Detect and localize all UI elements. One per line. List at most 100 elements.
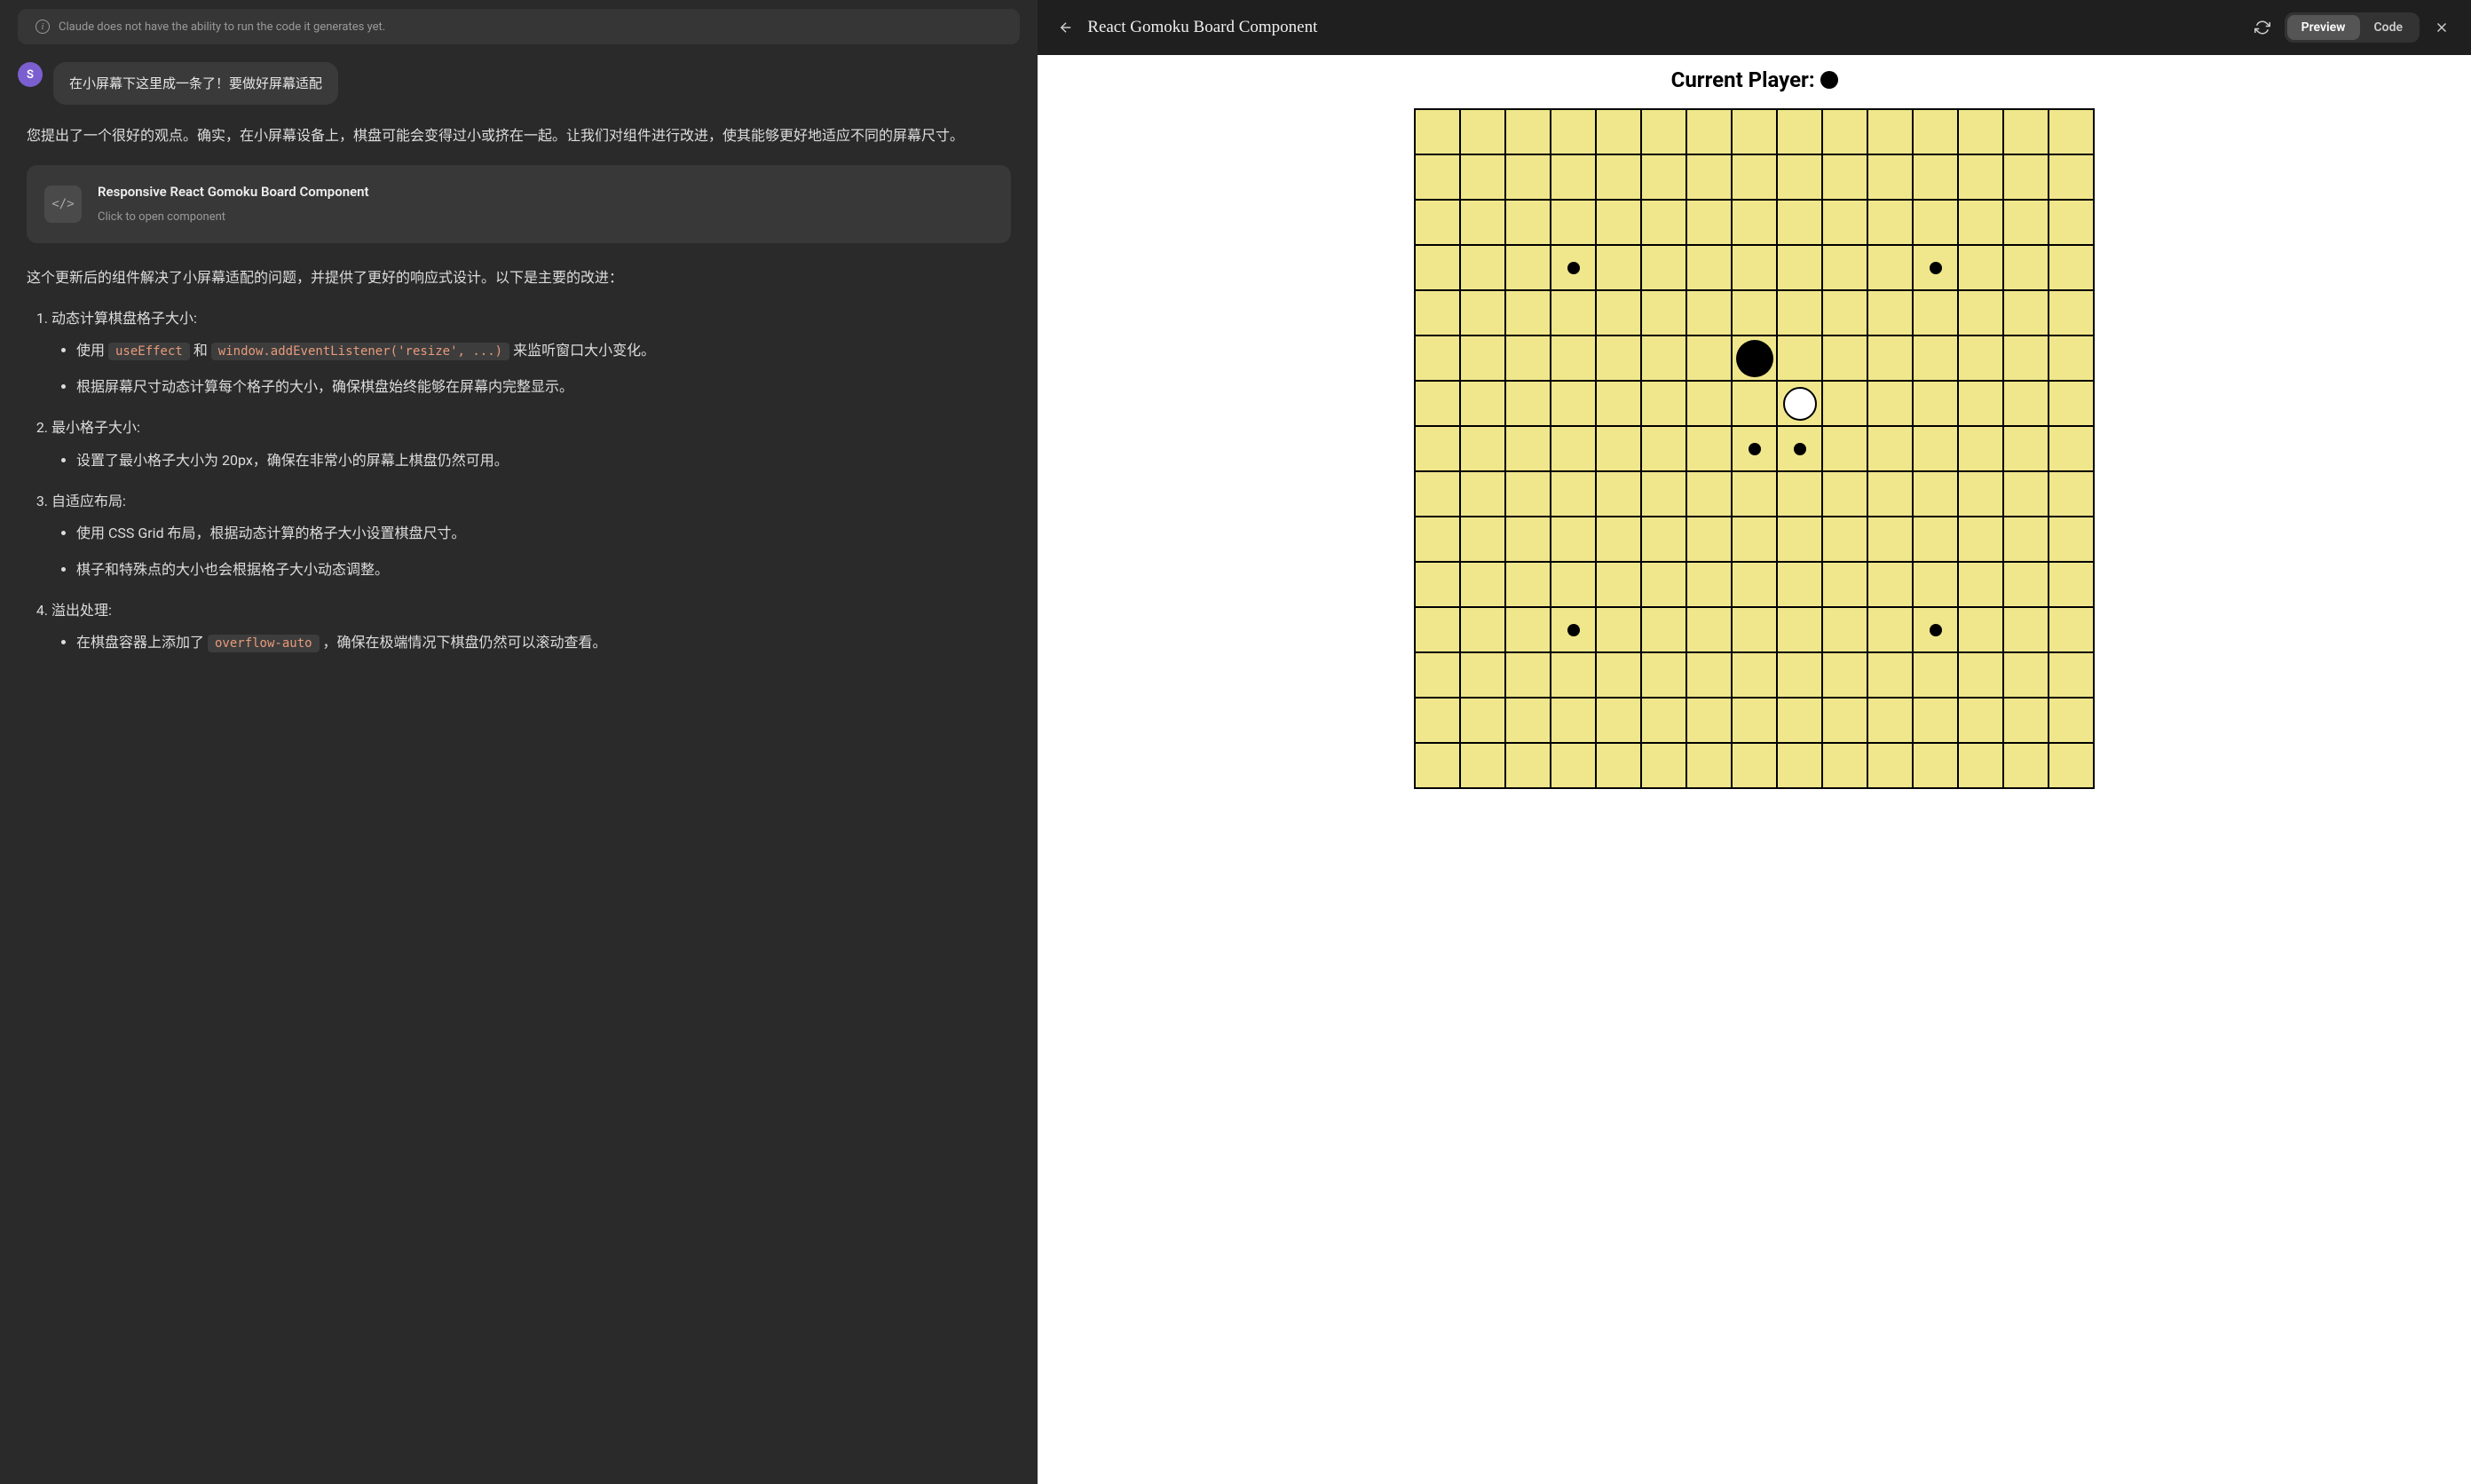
board-cell[interactable] (1867, 562, 1913, 607)
board-cell[interactable] (2003, 426, 2049, 471)
board-cell[interactable] (1505, 335, 1551, 381)
board-cell[interactable] (1822, 562, 1867, 607)
board-cell[interactable] (1732, 652, 1777, 698)
board-cell[interactable] (2003, 698, 2049, 743)
board-cell[interactable] (1596, 154, 1641, 200)
board-cell[interactable] (1958, 154, 2003, 200)
board-cell[interactable] (2003, 109, 2049, 154)
board-cell[interactable] (1777, 200, 1822, 245)
board-cell[interactable] (2049, 562, 2094, 607)
board-cell[interactable] (1415, 245, 1460, 290)
board-cell[interactable] (1596, 245, 1641, 290)
board-cell[interactable] (1686, 381, 1732, 426)
board-cell[interactable] (1777, 471, 1822, 517)
board-cell[interactable] (1777, 743, 1822, 788)
board-cell[interactable] (1958, 607, 2003, 652)
board-cell[interactable] (1460, 607, 1505, 652)
board-cell[interactable] (1505, 698, 1551, 743)
board-cell[interactable] (1460, 471, 1505, 517)
board-cell[interactable] (1867, 290, 1913, 335)
board-cell[interactable] (2049, 381, 2094, 426)
board-cell[interactable] (1596, 652, 1641, 698)
board-cell[interactable] (1686, 607, 1732, 652)
board-cell[interactable] (1958, 200, 2003, 245)
board-cell[interactable] (1460, 381, 1505, 426)
board-cell[interactable] (1460, 245, 1505, 290)
board-cell[interactable] (1505, 743, 1551, 788)
board-cell[interactable] (1415, 154, 1460, 200)
board-cell[interactable] (1551, 200, 1596, 245)
board-cell[interactable] (1732, 109, 1777, 154)
board-cell[interactable] (1867, 517, 1913, 562)
artifact-card[interactable]: </> Responsive React Gomoku Board Compon… (27, 165, 1011, 242)
board-cell[interactable] (1732, 290, 1777, 335)
board-cell[interactable] (1913, 426, 1958, 471)
board-cell[interactable] (2049, 245, 2094, 290)
board-cell[interactable] (1641, 743, 1686, 788)
board-cell[interactable] (1958, 245, 2003, 290)
board-cell[interactable] (1415, 426, 1460, 471)
board-cell[interactable] (1415, 743, 1460, 788)
board-cell[interactable] (1958, 743, 2003, 788)
board-cell[interactable] (2049, 426, 2094, 471)
board-cell[interactable] (1732, 245, 1777, 290)
board-cell[interactable] (2003, 381, 2049, 426)
board-cell[interactable] (1415, 109, 1460, 154)
board-cell[interactable] (2003, 290, 2049, 335)
board-cell[interactable] (1641, 562, 1686, 607)
board-cell[interactable] (1732, 517, 1777, 562)
board-cell[interactable] (1913, 698, 1958, 743)
board-cell[interactable] (1777, 607, 1822, 652)
board-cell[interactable] (1551, 335, 1596, 381)
board-cell[interactable] (1415, 698, 1460, 743)
board-cell[interactable] (1505, 109, 1551, 154)
board-cell[interactable] (1777, 652, 1822, 698)
board-cell[interactable] (1822, 607, 1867, 652)
board-cell[interactable] (1686, 652, 1732, 698)
board-cell[interactable] (2003, 245, 2049, 290)
board-cell[interactable] (1822, 426, 1867, 471)
board-cell[interactable] (1732, 154, 1777, 200)
board-cell[interactable] (1596, 517, 1641, 562)
board-cell[interactable] (1822, 290, 1867, 335)
board-cell[interactable] (1822, 381, 1867, 426)
board-cell[interactable] (1913, 652, 1958, 698)
board-cell[interactable] (1460, 743, 1505, 788)
board-cell[interactable] (1732, 471, 1777, 517)
board-cell[interactable] (1777, 562, 1822, 607)
board-cell[interactable] (1686, 109, 1732, 154)
board-cell[interactable] (2049, 471, 2094, 517)
board-cell[interactable] (1596, 109, 1641, 154)
board-cell[interactable] (2049, 200, 2094, 245)
board-cell[interactable] (1777, 381, 1822, 426)
board-cell[interactable] (1732, 426, 1777, 471)
board-cell[interactable] (1958, 652, 2003, 698)
board-cell[interactable] (1867, 607, 1913, 652)
board-cell[interactable] (1641, 154, 1686, 200)
board-cell[interactable] (1686, 245, 1732, 290)
board-cell[interactable] (1822, 154, 1867, 200)
board-cell[interactable] (1505, 562, 1551, 607)
board-cell[interactable] (1913, 743, 1958, 788)
board-cell[interactable] (1686, 200, 1732, 245)
board-cell[interactable] (1415, 607, 1460, 652)
board-cell[interactable] (1867, 698, 1913, 743)
board-cell[interactable] (1460, 698, 1505, 743)
board-cell[interactable] (1596, 698, 1641, 743)
board-cell[interactable] (1641, 381, 1686, 426)
board-cell[interactable] (1596, 743, 1641, 788)
board-cell[interactable] (2049, 743, 2094, 788)
board-cell[interactable] (1686, 517, 1732, 562)
board-cell[interactable] (1460, 109, 1505, 154)
board-cell[interactable] (1551, 245, 1596, 290)
board-cell[interactable] (1867, 426, 1913, 471)
board-cell[interactable] (1822, 698, 1867, 743)
board-cell[interactable] (1551, 562, 1596, 607)
board-cell[interactable] (2049, 109, 2094, 154)
board-cell[interactable] (1641, 245, 1686, 290)
board-cell[interactable] (1551, 381, 1596, 426)
board-cell[interactable] (1686, 562, 1732, 607)
board-cell[interactable] (1732, 698, 1777, 743)
board-cell[interactable] (1551, 517, 1596, 562)
board-cell[interactable] (1505, 426, 1551, 471)
